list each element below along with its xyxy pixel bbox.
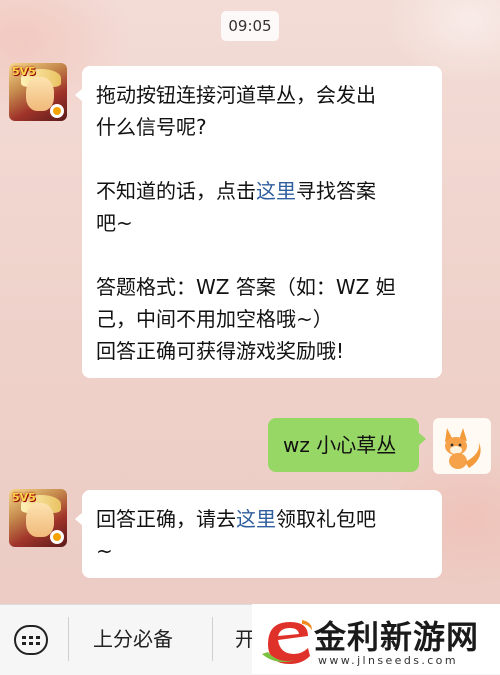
outgoing-message-text: wz 小心草丛 — [283, 433, 397, 457]
message-line: 回答正确可获得游戏奖励哦! — [96, 339, 345, 363]
verified-badge-icon — [50, 530, 64, 544]
keyboard-icon[interactable] — [14, 625, 48, 655]
message-line: 答题格式：WZ 答案（如：WZ 妲 — [96, 275, 396, 299]
user-avatar[interactable] — [433, 418, 491, 474]
message-line: 不知道的话，点击这里寻找答案 — [96, 179, 376, 203]
message-line-blank — [96, 143, 428, 175]
watermark-brand: 金利新游网 — [314, 618, 480, 656]
message-line: 己，中间不用加空格哦~） — [96, 307, 333, 331]
message-line: ~ — [96, 539, 113, 563]
official-account-avatar[interactable]: 5V5 — [9, 489, 67, 547]
incoming-message-bubble[interactable]: 拖动按钮连接河道草丛，会发出 什么信号呢? 不知道的话，点击这里寻找答案 吧~ … — [75, 66, 442, 378]
message-line-blank — [96, 239, 428, 271]
verified-badge-icon — [50, 104, 64, 118]
official-account-avatar[interactable]: 5V5 — [9, 63, 67, 121]
incoming-message-bubble[interactable]: 回答正确，请去这里领取礼包吧 ~ — [75, 490, 442, 578]
message-line: 回答正确，请去这里领取礼包吧 — [96, 507, 376, 531]
message-timestamp: 09:05 — [221, 11, 279, 41]
message-line: 吧~ — [96, 211, 133, 235]
menu-divider — [68, 617, 69, 661]
menu-item-shangfen[interactable]: 上分必备 — [93, 623, 173, 655]
watermark: 金利新游网 www.jlnseeds.com — [252, 604, 500, 674]
game-logo: 5V5 — [12, 491, 36, 504]
outgoing-message-bubble[interactable]: wz 小心草丛 — [268, 418, 426, 472]
message-line: 拖动按钮连接河道草丛，会发出 — [96, 83, 376, 107]
watermark-logo-icon — [262, 620, 312, 664]
menu-divider — [212, 617, 213, 661]
game-logo: 5V5 — [12, 65, 36, 78]
message-line: 什么信号呢? — [96, 115, 207, 139]
answer-link[interactable]: 这里 — [256, 179, 296, 203]
gift-link[interactable]: 这里 — [236, 507, 276, 531]
watermark-url: www.jlnseeds.com — [318, 654, 458, 667]
fox-icon — [445, 428, 481, 469]
